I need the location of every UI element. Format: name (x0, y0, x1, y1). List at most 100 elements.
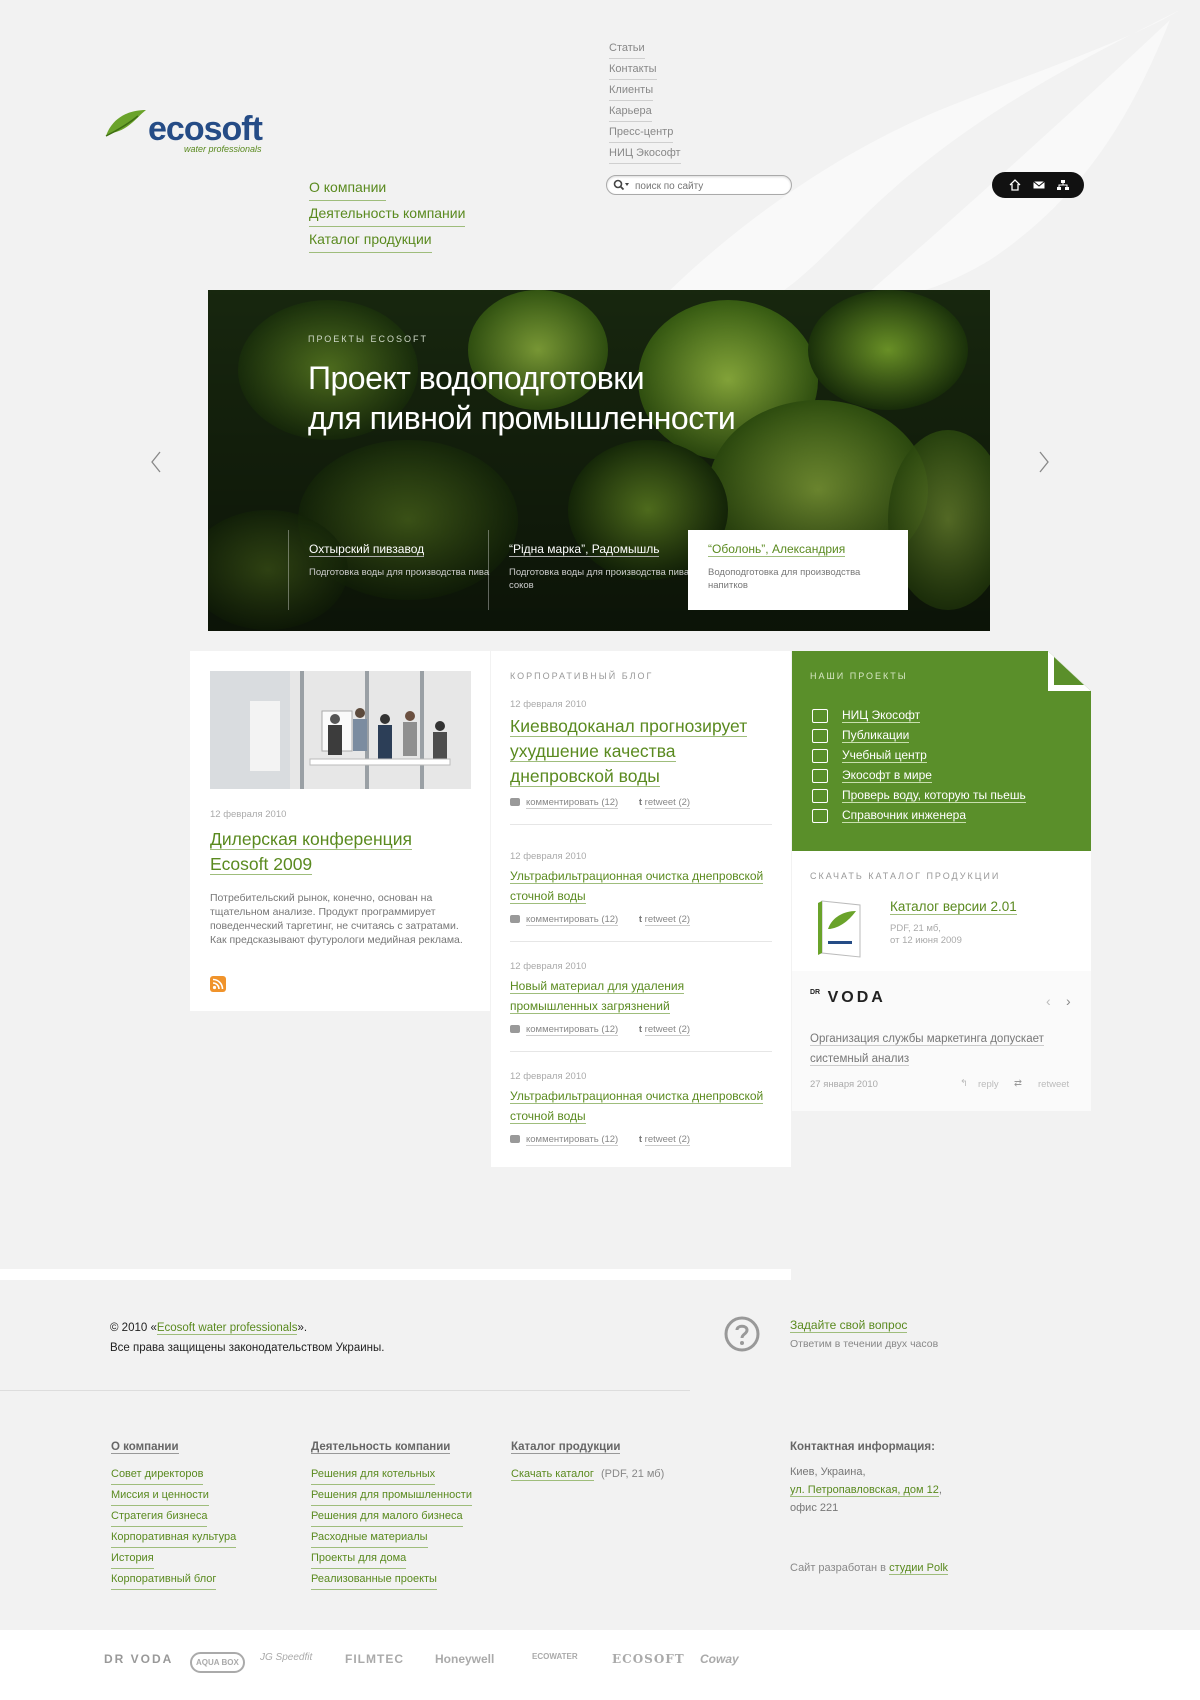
retweet-link[interactable]: retweet (2) (644, 1024, 691, 1036)
post-title-line[interactable]: Киевводоканал прогнозирует (510, 716, 748, 737)
drvoda-post-line[interactable]: Организация службы маркетинга допускает (810, 1033, 1044, 1046)
drvoda-post-line[interactable]: системный анализ (810, 1053, 910, 1066)
nav-about[interactable]: О компании (309, 175, 387, 201)
copyright-link[interactable]: Ecosoft water professionals (156, 1322, 298, 1335)
footer-link[interactable]: Решения для малого бизнеса (311, 1506, 463, 1527)
news-title[interactable]: Дилерская конференция Ecosoft 2009 (210, 827, 412, 877)
comment-link[interactable]: комментировать (12) (526, 914, 619, 926)
search-icon[interactable] (613, 179, 631, 191)
hero-card[interactable]: “Рідна марка”, Радомышль Подготовка воды… (488, 530, 699, 610)
brand-logo[interactable]: DR VODA (104, 1652, 173, 1666)
post-title[interactable]: Ультрафильтрационная очистка днепровской… (510, 866, 772, 906)
brand-logo[interactable]: JG Speedfit (260, 1652, 312, 1663)
brand-logo[interactable]: ECOWATER (532, 1652, 578, 1661)
footer-link[interactable]: Проекты для дома (311, 1548, 407, 1569)
brand-logo[interactable]: ECOSOFT (612, 1652, 685, 1666)
download-catalog-link[interactable]: Скачать каталог (511, 1468, 594, 1481)
project-item[interactable]: Проверь воду, которую ты пьешь (812, 785, 1026, 805)
comment-link[interactable]: комментировать (12) (526, 1024, 619, 1036)
catalog-link[interactable]: Каталог версии 2.01 (890, 899, 1017, 915)
news-title-line2[interactable]: Ecosoft 2009 (210, 854, 313, 875)
post-title[interactable]: Ультрафильтрационная очистка днепровской… (510, 1086, 772, 1126)
mail-icon[interactable] (1032, 178, 1046, 192)
project-link[interactable]: Публикации (842, 728, 910, 743)
sitemap-icon[interactable] (1056, 178, 1070, 192)
home-icon[interactable] (1008, 178, 1022, 192)
post-title-line[interactable]: Ультрафильтрационная очистка днепровской (510, 869, 764, 884)
project-item[interactable]: НИЦ Экософт (812, 705, 1026, 725)
footer-link[interactable]: Расходные материалы (311, 1527, 428, 1548)
comment-link[interactable]: комментировать (12) (526, 797, 619, 809)
post-title-line[interactable]: Новый материал для удаления (510, 979, 685, 994)
contact-street-link[interactable]: ул. Петропавловская, дом 12 (790, 1484, 939, 1497)
search-input[interactable] (633, 177, 787, 195)
retweet-link[interactable]: retweet (2) (644, 797, 691, 809)
top-link-press[interactable]: Пресс-центр (609, 122, 674, 143)
top-link-contacts[interactable]: Контакты (609, 59, 657, 80)
project-item[interactable]: Публикации (812, 725, 1026, 745)
hero-card[interactable]: Охтырский пивзавод Подготовка воды для п… (288, 530, 499, 610)
post-title[interactable]: Киевводоканал прогнозирует ухудшение кач… (510, 714, 772, 789)
project-link[interactable]: Учебный центр (842, 748, 927, 763)
carousel-next-arrow[interactable] (1036, 450, 1052, 474)
top-link-research[interactable]: НИЦ Экософт (609, 143, 681, 164)
project-link[interactable]: Проверь воду, которую ты пьешь (842, 788, 1026, 803)
footer-link[interactable]: Стратегия бизнеса (111, 1506, 208, 1527)
retweet-link[interactable]: retweet (2) (644, 1134, 691, 1146)
hero-card-title[interactable]: “Рідна марка”, Радомышль (509, 542, 660, 557)
top-link-clients[interactable]: Клиенты (609, 80, 654, 101)
project-link[interactable]: Экософт в мире (842, 768, 932, 783)
post-title-line[interactable]: сточной воды (510, 1109, 586, 1124)
project-link[interactable]: НИЦ Экософт (842, 708, 921, 723)
ask-question[interactable]: Задайте свой вопрос (790, 1318, 908, 1333)
top-link-articles[interactable]: Статьи (609, 38, 645, 59)
conference-photo[interactable] (210, 671, 471, 789)
ecosoft-logo[interactable]: ecosoft water professionals (104, 106, 263, 154)
question-icon[interactable] (724, 1316, 760, 1352)
footer-link[interactable]: Решения для котельных (311, 1464, 436, 1485)
news-title-line1[interactable]: Дилерская конференция (210, 829, 412, 850)
drvoda-prev-icon[interactable]: ‹ (1046, 993, 1051, 1009)
post-title-line[interactable]: днепровской воды (510, 766, 660, 787)
brand-logo[interactable]: Coway (700, 1652, 739, 1666)
post-title-line[interactable]: Ультрафильтрационная очистка днепровской (510, 1089, 764, 1104)
drvoda-next-icon[interactable]: › (1066, 993, 1071, 1009)
post-title[interactable]: Новый материал для удаления промышленных… (510, 976, 772, 1016)
drvoda-post[interactable]: Организация службы маркетинга допускает … (810, 1029, 1044, 1069)
reply-link[interactable]: reply (978, 1079, 999, 1090)
credit-link[interactable]: студии Polk (889, 1562, 949, 1575)
carousel-prev-arrow[interactable] (148, 450, 164, 474)
retweet-link[interactable]: retweet (1038, 1079, 1069, 1090)
footer-col-title[interactable]: Деятельность компании (311, 1441, 451, 1454)
footer-link[interactable]: Решения для промышленности (311, 1485, 472, 1506)
drvoda-logo[interactable]: DR VODA (810, 989, 886, 1007)
brand-logo[interactable]: FILMTEC (345, 1652, 404, 1666)
catalog-box-image[interactable] (814, 897, 866, 961)
project-item[interactable]: Учебный центр (812, 745, 1026, 765)
project-link[interactable]: Справочник инженера (842, 808, 967, 823)
footer-link[interactable]: Реализованные проекты (311, 1569, 437, 1590)
hero-card-title[interactable]: Охтырский пивзавод (309, 542, 425, 557)
top-link-career[interactable]: Карьера (609, 101, 652, 122)
footer-link[interactable]: Корпоративная культура (111, 1527, 237, 1548)
footer-col-title[interactable]: О компании (111, 1441, 179, 1454)
ask-question-link[interactable]: Задайте свой вопрос (790, 1318, 908, 1333)
rss-icon[interactable] (210, 976, 226, 992)
nav-catalog[interactable]: Каталог продукции (309, 227, 432, 253)
footer-col-title[interactable]: Каталог продукции (511, 1441, 621, 1454)
project-item[interactable]: Справочник инженера (812, 805, 1026, 825)
post-title-line[interactable]: сточной воды (510, 889, 586, 904)
footer-link[interactable]: Совет директоров (111, 1464, 204, 1485)
nav-activity[interactable]: Деятельность компании (309, 201, 466, 227)
project-item[interactable]: Экософт в мире (812, 765, 1026, 785)
brand-logo[interactable]: Honeywell (435, 1652, 494, 1666)
hero-card-active[interactable]: “Оболонь”, Александрия Водоподготовка дл… (688, 530, 908, 610)
footer-link[interactable]: Миссия и ценности (111, 1485, 209, 1506)
hero-card-title[interactable]: “Оболонь”, Александрия (708, 542, 846, 557)
retweet-link[interactable]: retweet (2) (644, 914, 691, 926)
brand-logo[interactable]: AQUA BOX (190, 1652, 245, 1673)
footer-link[interactable]: История (111, 1548, 154, 1569)
comment-link[interactable]: комментировать (12) (526, 1134, 619, 1146)
footer-link[interactable]: Корпоративный блог (111, 1569, 217, 1590)
post-title-line[interactable]: ухудшение качества (510, 741, 676, 762)
